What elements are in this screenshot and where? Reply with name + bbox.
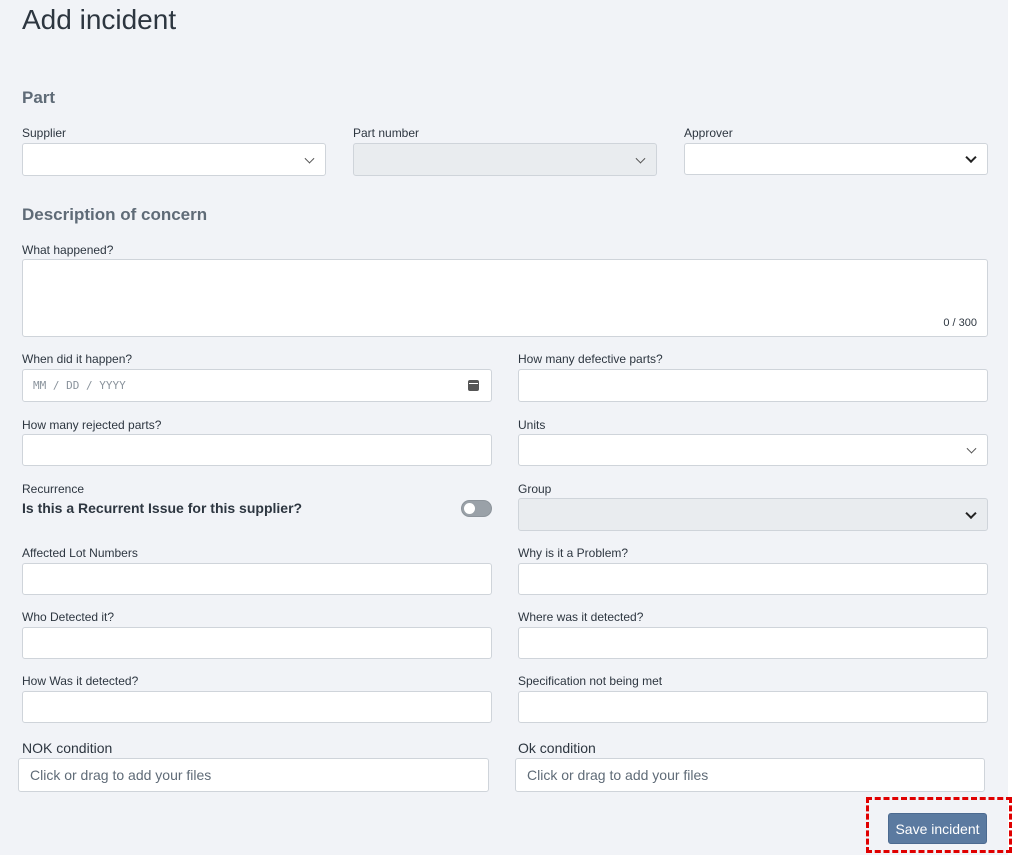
section-title-part: Part <box>22 88 56 107</box>
rejected-parts-input[interactable] <box>22 434 492 466</box>
why-problem-label: Why is it a Problem? <box>518 546 629 560</box>
how-detected-input[interactable] <box>22 691 492 723</box>
part-number-label: Part number <box>353 126 420 140</box>
where-detected-label: Where was it detected? <box>518 610 644 624</box>
chevron-down-icon <box>635 153 646 164</box>
section-title-concern: Description of concern <box>22 205 208 224</box>
defective-parts-input[interactable] <box>518 369 988 402</box>
approver-label: Approver <box>684 126 733 140</box>
calendar-icon[interactable] <box>468 380 479 391</box>
how-detected-label: How Was it detected? <box>22 674 139 688</box>
lot-numbers-label: Affected Lot Numbers <box>22 546 138 560</box>
ok-condition-label: Ok condition <box>518 740 596 756</box>
who-detected-label: Who Detected it? <box>22 610 115 624</box>
date-input[interactable]: MM / DD / YYYY <box>22 369 492 402</box>
chevron-down-icon <box>965 151 977 164</box>
what-happened-label: What happened? <box>22 243 114 257</box>
group-select[interactable] <box>518 498 988 531</box>
file-dropzone-placeholder: Click or drag to add your files <box>30 767 212 783</box>
recurrence-toggle[interactable] <box>461 500 492 517</box>
when-label: When did it happen? <box>22 352 133 366</box>
lot-numbers-input[interactable] <box>22 563 492 595</box>
specification-label: Specification not being met <box>518 674 663 688</box>
part-number-select[interactable] <box>353 143 657 176</box>
ok-condition-dropzone[interactable]: Click or drag to add your files <box>515 758 985 792</box>
specification-input[interactable] <box>518 691 988 723</box>
character-counter: 0 / 300 <box>943 317 977 329</box>
group-label: Group <box>518 482 552 496</box>
toggle-knob <box>464 503 475 514</box>
why-problem-input[interactable] <box>518 563 988 595</box>
page-title: Add incident <box>22 4 177 35</box>
approver-select[interactable] <box>684 143 988 175</box>
chevron-down-icon <box>304 153 315 164</box>
defective-parts-label: How many defective parts? <box>518 352 663 366</box>
nok-condition-dropzone[interactable]: Click or drag to add your files <box>18 758 489 792</box>
units-select[interactable] <box>518 434 988 466</box>
recurrence-label: Recurrence <box>22 482 85 496</box>
supplier-select[interactable] <box>22 143 326 176</box>
supplier-label: Supplier <box>22 126 67 140</box>
nok-condition-label: NOK condition <box>22 740 113 756</box>
where-detected-input[interactable] <box>518 627 988 659</box>
date-placeholder: MM / DD / YYYY <box>33 379 126 392</box>
highlight-box <box>866 797 1012 853</box>
recurrence-question: Is this a Recurrent Issue for this suppl… <box>22 500 303 516</box>
units-label: Units <box>518 418 546 432</box>
rejected-parts-label: How many rejected parts? <box>22 418 162 432</box>
what-happened-textarea[interactable]: 0 / 300 <box>22 259 988 337</box>
file-dropzone-placeholder: Click or drag to add your files <box>527 767 709 783</box>
chevron-down-icon <box>965 507 977 519</box>
chevron-down-icon <box>966 443 977 454</box>
incident-form-page: Add incident Part Supplier Part number A… <box>0 0 1013 855</box>
page-edge <box>1008 0 1013 855</box>
who-detected-input[interactable] <box>22 627 492 659</box>
